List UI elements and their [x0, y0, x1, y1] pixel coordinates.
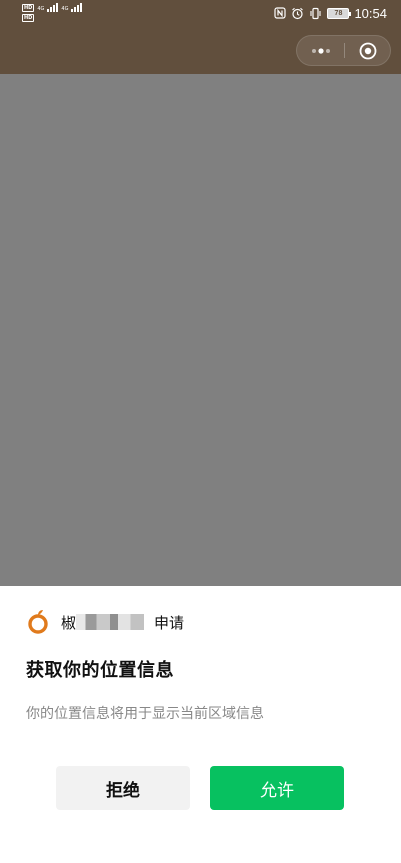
- network-type-label-2: 4G: [61, 6, 69, 12]
- permission-description: 你的位置信息将用于显示当前区域信息: [26, 706, 264, 722]
- allow-button[interactable]: 允许: [210, 766, 344, 810]
- battery-level: 78: [334, 9, 343, 17]
- capsule-menu: [296, 35, 391, 66]
- mini-program-nav-bar: [0, 26, 401, 74]
- app-name-redacted: [76, 614, 145, 630]
- hd-badge: HD: [22, 4, 35, 12]
- sim1-signal: HD 4G 4G: [22, 3, 83, 12]
- close-button[interactable]: [345, 36, 390, 65]
- vibrate-icon: [309, 7, 322, 20]
- more-dots-icon: [311, 47, 330, 54]
- signal-bars-icon: [71, 3, 83, 12]
- app-logo-icon: [28, 610, 48, 634]
- more-button[interactable]: [297, 36, 344, 65]
- network-type-label: 4G: [37, 6, 45, 12]
- sim2-signal: HD: [22, 13, 35, 22]
- nfc-icon: [273, 7, 286, 20]
- close-target-icon: [359, 42, 376, 59]
- permission-title: 获取你的位置信息: [26, 660, 174, 681]
- status-time: 10:54: [354, 5, 387, 21]
- deny-button[interactable]: 拒绝: [56, 766, 190, 810]
- battery-icon: 78: [327, 7, 352, 19]
- alarm-icon: [291, 7, 304, 20]
- app-name-prefix: 椒: [61, 614, 77, 632]
- hd-badge: HD: [22, 14, 35, 22]
- apply-text: 申请: [154, 613, 185, 632]
- signal-bars-icon: [47, 3, 59, 12]
- location-permission-sheet: 椒 申请 获取你的位置信息 你的位置信息将用于显示当前区域信息 拒绝 允许: [0, 586, 401, 863]
- dimmed-page-overlay: [0, 74, 401, 586]
- requesting-app-row: 椒 申请: [26, 609, 184, 635]
- status-icons: 78 10:54: [273, 4, 387, 22]
- status-bar: HD 4G 4G HD 78 10:54: [0, 0, 401, 26]
- cellular-signals: HD 4G 4G HD: [22, 3, 92, 23]
